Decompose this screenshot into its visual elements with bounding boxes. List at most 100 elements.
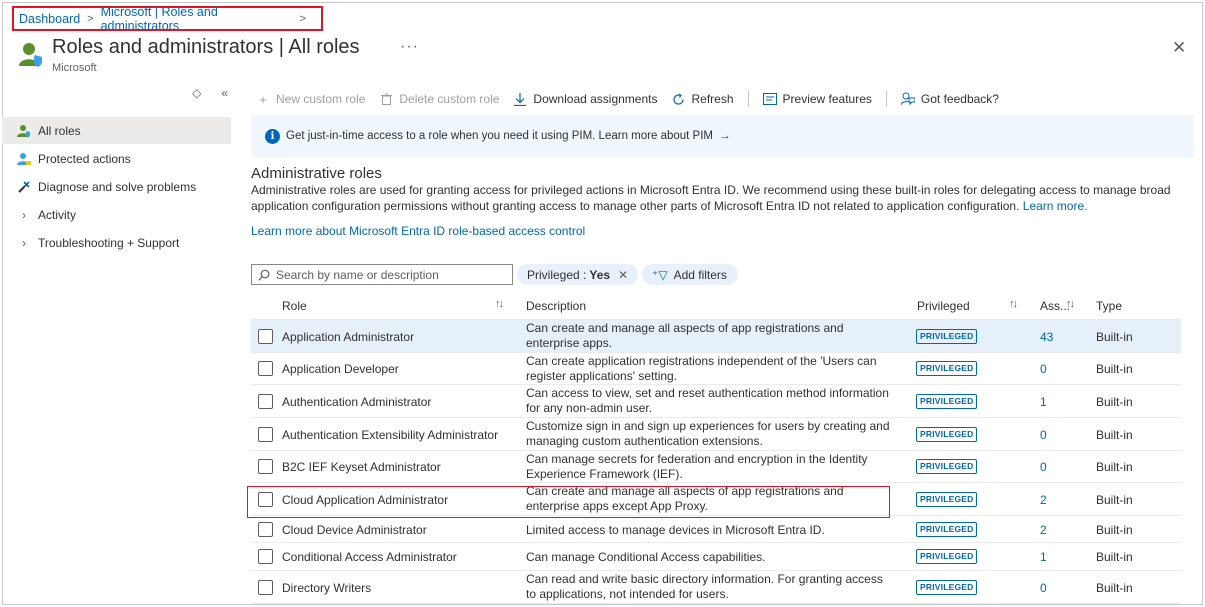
sort-icon[interactable]: ↑↓ [1009,298,1018,310]
role-name[interactable]: Directory Writers [282,581,371,595]
add-filter-icon: ⁺▽ [652,267,668,282]
privileged-badge: PRIVILEGED [916,580,978,595]
privileged-badge: PRIVILEGED [916,549,978,564]
column-header-privileged[interactable]: Privileged [917,299,970,313]
page-subtitle: Microsoft [52,62,97,74]
row-checkbox[interactable] [258,427,273,442]
table-row[interactable]: Cloud Device Administrator Limited access… [251,516,1181,543]
row-checkbox[interactable] [258,459,273,474]
role-name[interactable]: Authentication Administrator [282,395,431,409]
add-filters-button[interactable]: ⁺▽ Add filters [642,264,738,285]
sort-up-down-icon[interactable]: ◇ [192,86,201,100]
got-feedback-label: Got feedback? [920,92,999,106]
info-icon: i [265,128,280,144]
sort-icon[interactable]: ↑↓ [495,298,504,310]
feedback-icon [900,92,915,106]
user-shield-icon [16,123,32,139]
privileged-badge: PRIVILEGED [916,394,978,409]
search-input[interactable] [276,267,506,282]
more-options-button[interactable]: ··· [400,38,419,56]
role-name[interactable]: Conditional Access Administrator [282,550,457,564]
role-name[interactable]: Application Developer [282,362,399,376]
breadcrumb-dashboard[interactable]: Dashboard [19,12,80,26]
column-header-role[interactable]: Role [282,299,307,313]
breadcrumb-roles-admins[interactable]: Microsoft | Roles and administrators [101,5,293,33]
assignments-link[interactable]: 0 [1040,428,1047,442]
role-name[interactable]: Application Administrator [282,330,414,344]
trash-icon [379,92,393,106]
role-name[interactable]: Authentication Extensibility Administrat… [282,428,498,442]
close-button[interactable]: ✕ [1172,38,1186,58]
preview-features-button[interactable]: Preview features [762,92,872,106]
row-checkbox[interactable] [258,549,273,564]
role-description: Can create application registrations ind… [526,354,877,383]
table-row[interactable]: Conditional Access Administrator Can mana… [251,543,1181,571]
filter-label: Privileged : [527,267,587,282]
sidebar-item-label: Activity [38,207,77,222]
new-custom-role-label: New custom role [276,92,366,106]
table-row[interactable]: Application Developer Can create applicat… [251,353,1181,385]
filter-value: Yes [589,267,611,282]
column-header-description[interactable]: Description [526,299,586,313]
assignments-link[interactable]: 0 [1040,362,1047,376]
delete-custom-role-label: Delete custom role [399,92,500,106]
chevron-right-icon: > [299,12,306,25]
sidebar-item-all-roles[interactable]: All roles [2,117,231,144]
toolbar-divider [885,91,887,107]
table-row[interactable]: Authentication Administrator Can access t… [251,385,1181,418]
role-name[interactable]: B2C IEF Keyset Administrator [282,460,441,474]
section-description: Administrative roles are used for granti… [251,183,1191,214]
role-type: Built-in [1096,395,1133,409]
assignments-link[interactable]: 1 [1040,550,1047,564]
download-assignments-button[interactable]: Download assignments [513,92,658,106]
sidebar-item-troubleshooting[interactable]: › Troubleshooting + Support [2,229,231,256]
privileged-badge: PRIVILEGED [916,329,978,344]
add-filters-label: Add filters [673,267,727,282]
collapse-sidebar-icon[interactable]: « [221,86,228,100]
assignments-link[interactable]: 43 [1040,330,1053,344]
sidebar-item-activity[interactable]: › Activity [2,201,231,228]
got-feedback-button[interactable]: Got feedback? [900,92,999,106]
row-checkbox[interactable] [258,329,273,344]
command-bar: + New custom role Delete custom role Dow… [256,88,1013,110]
row-checkbox[interactable] [258,361,273,376]
assignments-link[interactable]: 1 [1040,395,1047,409]
sidebar-item-diagnose[interactable]: Diagnose and solve problems [2,173,231,200]
assignments-link[interactable]: 0 [1040,581,1047,595]
table-row[interactable]: B2C IEF Keyset Administrator Can manage s… [251,451,1181,483]
column-header-type[interactable]: Type [1096,299,1122,313]
role-description: Can access to view, set and reset authen… [526,386,889,415]
banner-text: Get just-in-time access to a role when y… [286,130,713,142]
table-row[interactable]: Authentication Extensibility Administrat… [251,418,1181,451]
table-row[interactable]: Directory Writers Can read and write basi… [251,571,1181,604]
roles-admins-icon [19,43,42,67]
roles-table: Role ↑↓ Description Privileged ↑↓ Ass...… [251,292,1181,604]
privileged-badge: PRIVILEGED [916,522,978,537]
delete-custom-role-button[interactable]: Delete custom role [379,92,499,106]
assignments-link[interactable]: 2 [1040,493,1047,507]
refresh-label: Refresh [691,92,734,106]
refresh-icon [672,92,686,106]
pim-info-banner[interactable]: i Get just-in-time access to a role when… [251,115,1194,157]
privileged-badge: PRIVILEGED [916,427,978,442]
privileged-filter-pill[interactable]: Privileged : Yes ✕ [517,264,639,285]
row-checkbox[interactable] [258,580,273,595]
user-lock-icon [16,151,32,167]
table-row[interactable]: Application Administrator Can create and … [251,320,1181,353]
sidebar-item-protected-actions[interactable]: Protected actions [2,145,231,172]
assignments-link[interactable]: 0 [1040,460,1047,474]
rbac-learn-more-link[interactable]: Learn more about Microsoft Entra ID role… [251,224,585,238]
refresh-button[interactable]: Refresh [672,92,734,106]
wrench-icon [16,179,32,195]
new-custom-role-button[interactable]: + New custom role [256,92,366,107]
role-type: Built-in [1096,493,1133,507]
close-icon[interactable]: ✕ [618,268,628,282]
row-checkbox[interactable] [258,394,273,409]
sort-icon[interactable]: ↑↓ [1066,298,1075,310]
role-name[interactable]: Cloud Device Administrator [282,523,427,537]
sidebar-tools: ◇ « [192,86,228,100]
assignments-link[interactable]: 2 [1040,523,1047,537]
privileged-badge: PRIVILEGED [916,492,978,507]
row-checkbox[interactable] [258,522,273,537]
learn-more-link[interactable]: Learn more. [1023,199,1088,213]
